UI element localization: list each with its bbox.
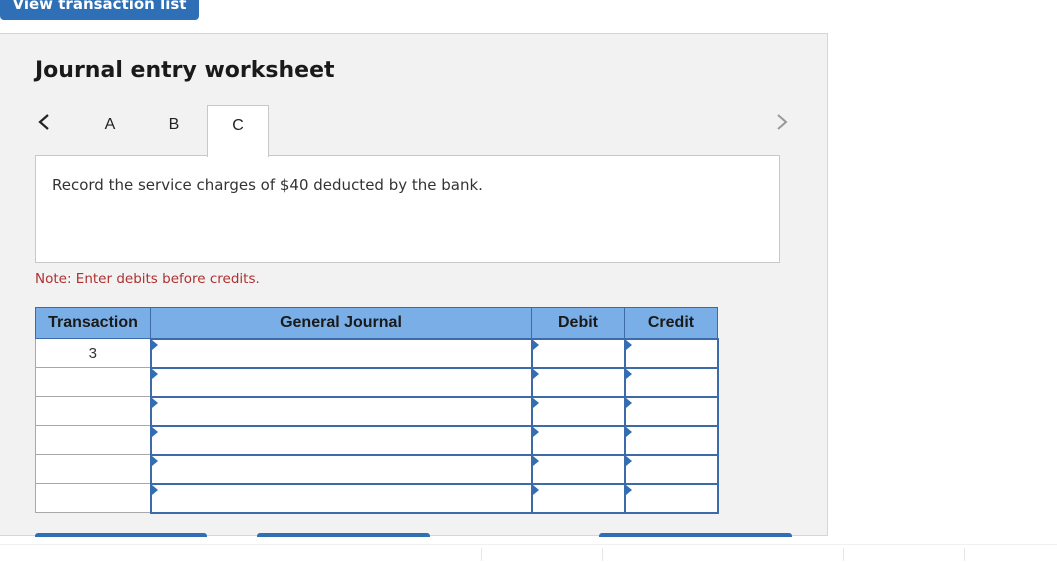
transaction-description: Record the service charges of $40 deduct… xyxy=(52,176,483,194)
journal-table: Transaction General Journal Debit Credit… xyxy=(35,307,719,514)
debit-field[interactable] xyxy=(532,455,624,483)
field-marker-icon xyxy=(625,484,632,495)
debit-field-cell xyxy=(530,366,626,398)
field-marker-icon xyxy=(625,397,632,408)
table-row xyxy=(35,453,719,485)
debit-field-cell xyxy=(530,453,626,485)
general-journal-field-cell xyxy=(149,395,533,427)
general-journal-field[interactable] xyxy=(151,455,531,483)
credit-field[interactable] xyxy=(625,339,717,367)
chevron-right-icon[interactable] xyxy=(771,112,793,136)
table-row xyxy=(35,482,719,514)
general-journal-field[interactable] xyxy=(151,426,531,454)
view-transaction-list-button[interactable]: View transaction list xyxy=(0,0,199,20)
general-journal-field[interactable] xyxy=(151,368,531,396)
view-general-journal-button[interactable] xyxy=(599,533,792,537)
journal-rows: 3 xyxy=(35,337,719,514)
credit-field-cell xyxy=(623,366,719,398)
field-marker-icon xyxy=(532,397,539,408)
transaction-cell xyxy=(35,454,151,484)
credit-field[interactable] xyxy=(625,368,717,396)
table-row xyxy=(35,424,719,456)
header-debit: Debit xyxy=(531,307,625,339)
field-marker-icon xyxy=(151,484,158,495)
credit-field[interactable] xyxy=(625,397,717,425)
table-row: 3 xyxy=(35,337,719,369)
transaction-cell xyxy=(35,367,151,397)
table-row xyxy=(35,366,719,398)
debit-field[interactable] xyxy=(532,368,624,396)
transaction-cell: 3 xyxy=(35,338,151,368)
debit-field-cell xyxy=(530,424,626,456)
footer-divider xyxy=(481,548,482,561)
tab-b[interactable]: B xyxy=(143,105,205,155)
field-marker-icon xyxy=(151,455,158,466)
entry-note: Note: Enter debits before credits. xyxy=(35,271,260,287)
field-marker-icon xyxy=(625,426,632,437)
field-marker-icon xyxy=(151,368,158,379)
general-journal-field-cell xyxy=(149,337,533,369)
header-credit: Credit xyxy=(624,307,718,339)
field-marker-icon xyxy=(532,368,539,379)
field-marker-icon xyxy=(625,455,632,466)
debit-field[interactable] xyxy=(532,397,624,425)
transaction-cell xyxy=(35,483,151,513)
general-journal-field[interactable] xyxy=(151,397,531,425)
header-general-journal: General Journal xyxy=(150,307,532,339)
footer-divider xyxy=(843,548,844,561)
worksheet-title: Journal entry worksheet xyxy=(35,58,335,83)
tab-c[interactable]: C xyxy=(207,105,269,157)
footer-divider xyxy=(964,548,965,561)
general-journal-field[interactable] xyxy=(151,339,531,367)
transaction-cell xyxy=(35,396,151,426)
debit-field-cell xyxy=(530,395,626,427)
debit-field-cell xyxy=(530,482,626,514)
general-journal-field-cell xyxy=(149,453,533,485)
credit-field[interactable] xyxy=(625,455,717,483)
field-marker-icon xyxy=(532,484,539,495)
table-row xyxy=(35,395,719,427)
credit-field[interactable] xyxy=(625,426,717,454)
credit-field-cell xyxy=(623,395,719,427)
footer-divider xyxy=(602,548,603,561)
credit-field-cell xyxy=(623,453,719,485)
debit-field[interactable] xyxy=(532,339,624,367)
transaction-description-box: Record the service charges of $40 deduct… xyxy=(35,155,780,263)
field-marker-icon xyxy=(532,455,539,466)
debit-field[interactable] xyxy=(532,484,624,512)
table-header-row: Transaction General Journal Debit Credit xyxy=(35,307,718,339)
chevron-left-icon[interactable] xyxy=(33,112,55,136)
footer-strip xyxy=(0,544,1057,562)
credit-field[interactable] xyxy=(625,484,717,512)
general-journal-field[interactable] xyxy=(151,484,531,512)
field-marker-icon xyxy=(532,426,539,437)
field-marker-icon xyxy=(151,397,158,408)
tab-a[interactable]: A xyxy=(79,105,141,155)
general-journal-field-cell xyxy=(149,482,533,514)
credit-field-cell xyxy=(623,337,719,369)
header-transaction: Transaction xyxy=(35,307,151,339)
field-marker-icon xyxy=(625,339,632,350)
transaction-cell xyxy=(35,425,151,455)
general-journal-field-cell xyxy=(149,366,533,398)
general-journal-field-cell xyxy=(149,424,533,456)
field-marker-icon xyxy=(151,339,158,350)
field-marker-icon xyxy=(151,426,158,437)
record-entry-button[interactable] xyxy=(35,533,207,537)
field-marker-icon xyxy=(625,368,632,379)
debit-field-cell xyxy=(530,337,626,369)
credit-field-cell xyxy=(623,424,719,456)
credit-field-cell xyxy=(623,482,719,514)
field-marker-icon xyxy=(532,339,539,350)
debit-field[interactable] xyxy=(532,426,624,454)
clear-entry-button[interactable] xyxy=(257,533,430,537)
